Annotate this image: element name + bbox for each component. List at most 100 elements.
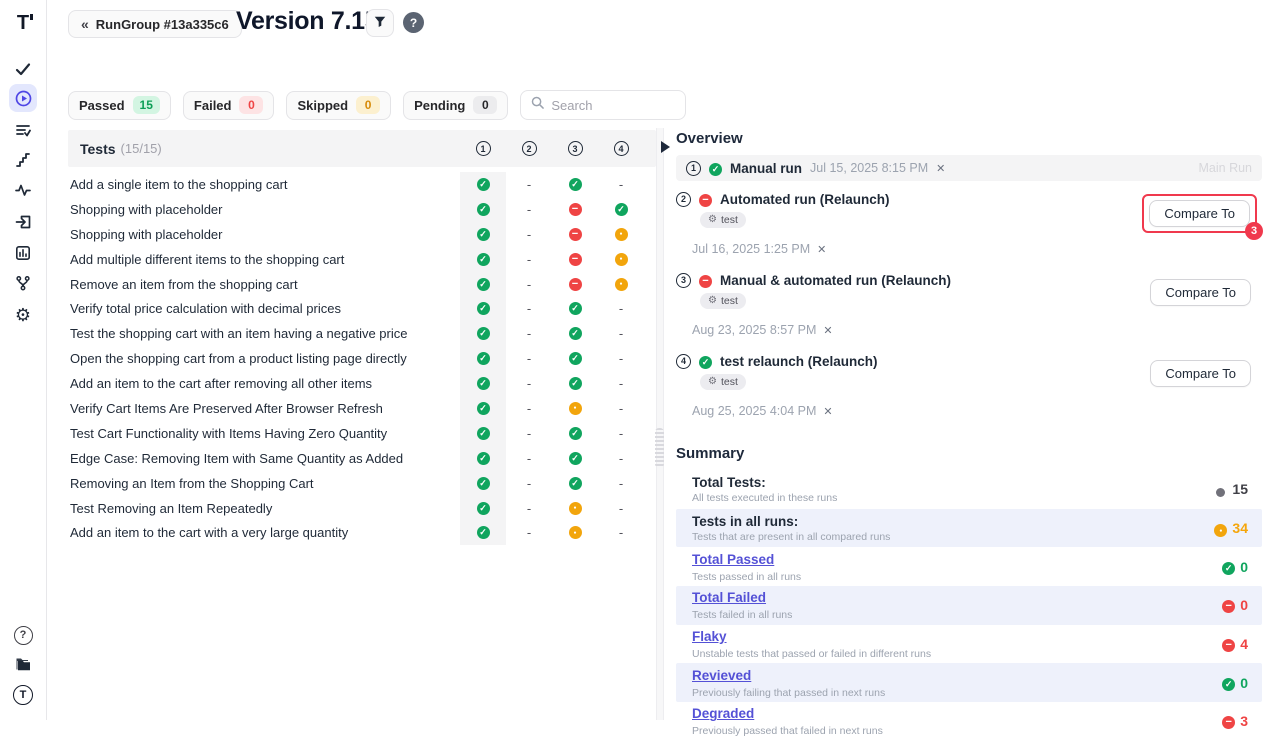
revieved-link[interactable]: Revieved [692, 668, 751, 683]
annotation-number-badge: 3 [1245, 222, 1263, 240]
status-icon [552, 321, 598, 346]
status-icon [460, 172, 506, 197]
status-icon [460, 520, 506, 545]
sidebar-item-import[interactable] [9, 208, 37, 236]
run-row[interactable]: 4 test relaunch (Relaunch) ⚙ test Aug 25… [676, 352, 1262, 424]
sidebar-item-checks[interactable] [9, 55, 37, 83]
table-row[interactable]: Add multiple different items to the shop… [68, 247, 656, 272]
table-row[interactable]: Remove an item from the shopping cart [68, 272, 656, 297]
summary-row-degraded: Degraded Previously passed that failed i… [676, 702, 1262, 741]
status-icon [552, 247, 598, 272]
table-row[interactable]: Add a single item to the shopping cart [68, 172, 656, 197]
play-circle-icon [15, 90, 32, 107]
sidebar-item-help[interactable]: ? [9, 621, 37, 649]
dot-icon [1214, 480, 1227, 500]
sidebar-item-profile[interactable]: T [9, 681, 37, 709]
funnel-icon [373, 15, 387, 32]
table-row[interactable]: Add an item to the cart after removing a… [68, 371, 656, 396]
total-passed-link[interactable]: Total Passed [692, 552, 774, 567]
sidebar-item-runs[interactable] [9, 84, 37, 112]
remove-run-icon[interactable]: ✕ [823, 324, 832, 337]
status-icon [699, 352, 712, 370]
filter-chip-passed[interactable]: Passed 15 [68, 91, 171, 120]
sidebar-item-pulse[interactable] [9, 176, 37, 204]
status-icon [552, 197, 598, 222]
run-number-badge: 3 [676, 273, 691, 288]
overview-panel: Overview 1 Manual run Jul 15, 2025 8:15 … [676, 130, 1262, 741]
run-tag[interactable]: ⚙ test [700, 374, 746, 390]
sidebar-item-docs[interactable] [9, 650, 37, 678]
rungroup-back-button[interactable]: « RunGroup #13a335c6 [68, 10, 242, 38]
run-tag[interactable]: ⚙ test [700, 212, 746, 228]
degraded-link[interactable]: Degraded [692, 706, 754, 721]
sidebar-item-settings[interactable]: ⚙ [9, 301, 37, 329]
run-column-2[interactable]: 2 [522, 141, 537, 156]
splitter-grip[interactable] [655, 428, 664, 468]
filter-chip-failed[interactable]: Failed 0 [183, 91, 275, 120]
chevrons-left-icon: « [81, 16, 89, 32]
table-row[interactable]: Test the shopping cart with an item havi… [68, 321, 656, 346]
chip-label: Passed [79, 98, 125, 113]
search-box[interactable] [520, 90, 686, 120]
summary-value: 4 [1222, 635, 1248, 653]
total-failed-link[interactable]: Total Failed [692, 590, 766, 605]
summary-subtitle: All tests executed in these runs [692, 492, 1214, 504]
filter-chip-skipped[interactable]: Skipped 0 [286, 91, 391, 120]
search-input[interactable] [551, 98, 671, 113]
test-name: Verify Cart Items Are Preserved After Br… [70, 401, 460, 416]
panel-splitter[interactable] [656, 128, 664, 720]
tests-table-body: Add a single item to the shopping cart S… [68, 172, 656, 545]
table-row[interactable]: Verify Cart Items Are Preserved After Br… [68, 396, 656, 421]
chip-label: Pending [414, 98, 465, 113]
table-row[interactable]: Shopping with placeholder [68, 222, 656, 247]
app-logo-icon[interactable]: T [9, 9, 37, 37]
remove-run-icon[interactable]: ✕ [936, 162, 945, 175]
status-icon [460, 371, 506, 396]
run-name: Automated run (Relaunch) [720, 192, 890, 207]
remove-run-icon[interactable]: ✕ [823, 405, 832, 418]
run-column-3[interactable]: 3 [568, 141, 583, 156]
table-row[interactable]: Removing an Item from the Shopping Cart [68, 471, 656, 496]
table-row[interactable]: Shopping with placeholder [68, 197, 656, 222]
sidebar-item-steps[interactable] [9, 146, 37, 174]
run-row-main[interactable]: 1 Manual run Jul 15, 2025 8:15 PM ✕ Main… [676, 155, 1262, 181]
chip-count-badge: 0 [356, 96, 380, 114]
run-column-1[interactable]: 1 [476, 141, 491, 156]
table-row[interactable]: Add an item to the cart with a very larg… [68, 520, 656, 545]
table-row[interactable]: Test Removing an Item Repeatedly [68, 496, 656, 521]
status-icon [598, 296, 644, 321]
run-row[interactable]: 3 Manual & automated run (Relaunch) ⚙ te… [676, 271, 1262, 343]
collapse-panel-icon[interactable] [661, 141, 670, 153]
filter-chip-pending[interactable]: Pending 0 [403, 91, 508, 120]
run-column-4[interactable]: 4 [614, 141, 629, 156]
question-icon: ? [410, 16, 417, 30]
status-filter-bar: Passed 15 Failed 0 Skipped 0 Pending 0 [68, 90, 686, 120]
test-name: Remove an item from the shopping cart [70, 277, 460, 292]
run-row[interactable]: 2 Automated run (Relaunch) ⚙ test Jul 16… [676, 190, 1262, 262]
test-name: Verify total price calculation with deci… [70, 301, 460, 316]
folder-icon [15, 657, 32, 672]
compare-to-button[interactable]: Compare To [1149, 200, 1250, 227]
table-row[interactable]: Edge Case: Removing Item with Same Quant… [68, 446, 656, 471]
status-icon [598, 222, 644, 247]
remove-run-icon[interactable]: ✕ [817, 243, 826, 256]
table-row[interactable]: Verify total price calculation with deci… [68, 296, 656, 321]
flaky-link[interactable]: Flaky [692, 629, 727, 644]
status-icon [598, 247, 644, 272]
table-row[interactable]: Open the shopping cart from a product li… [68, 346, 656, 371]
summary-value: 0 [1222, 674, 1248, 692]
status-icon [552, 346, 598, 371]
summary-row-tests-in-all-runs: Tests in all runs: Tests that are presen… [676, 509, 1262, 548]
table-row[interactable]: Test Cart Functionality with Items Havin… [68, 421, 656, 446]
status-icon [460, 346, 506, 371]
sidebar-item-analytics[interactable] [9, 239, 37, 267]
help-button[interactable]: ? [403, 12, 424, 33]
compare-to-button[interactable]: Compare To [1150, 279, 1251, 306]
run-tag[interactable]: ⚙ test [700, 293, 746, 309]
status-icon [552, 496, 598, 521]
sidebar-item-test-plans[interactable] [9, 116, 37, 144]
compare-to-button[interactable]: Compare To [1150, 360, 1251, 387]
status-icon [552, 396, 598, 421]
filter-button[interactable] [366, 9, 394, 37]
sidebar-item-branches[interactable] [9, 269, 37, 297]
